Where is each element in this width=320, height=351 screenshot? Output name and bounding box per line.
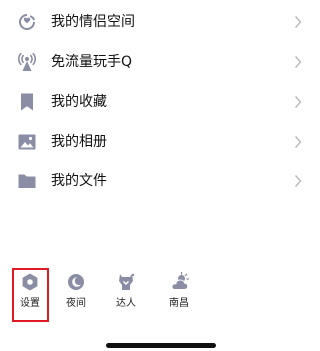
couple-space-icon <box>19 14 35 30</box>
settings-highlight-box <box>12 268 49 322</box>
menu-item-label: 免流量玩手Q <box>51 54 133 70</box>
photo-album-icon <box>18 134 36 150</box>
home-indicator[interactable] <box>106 343 216 348</box>
expert-button[interactable]: 达人 <box>106 266 146 316</box>
menu-item-label: 我的文件 <box>51 173 107 189</box>
menu-item-files[interactable]: 我的文件 <box>0 161 320 201</box>
chevron-right-icon <box>294 16 302 28</box>
folder-icon <box>18 174 36 188</box>
menu-item-favorites[interactable]: 我的收藏 <box>0 82 320 122</box>
night-mode-button[interactable]: 夜间 <box>56 266 96 316</box>
menu-item-couple-space[interactable]: 我的情侣空间 <box>0 2 320 42</box>
moon-icon <box>68 274 84 290</box>
bookmark-icon <box>21 93 33 111</box>
expert-label: 达人 <box>116 298 136 309</box>
menu-item-album[interactable]: 我的相册 <box>0 122 320 162</box>
chevron-right-icon <box>294 56 302 68</box>
weather-cloud-icon <box>171 272 189 291</box>
menu-item-free-data[interactable]: 免流量玩手Q <box>0 42 320 82</box>
chevron-right-icon <box>294 96 302 108</box>
weather-button[interactable]: 南昌 <box>159 266 199 316</box>
menu-item-label: 我的收藏 <box>51 94 107 110</box>
weather-city-label: 南昌 <box>169 298 189 309</box>
chevron-right-icon <box>294 136 302 148</box>
signal-tower-icon <box>18 52 36 71</box>
chevron-right-icon <box>294 175 302 187</box>
menu-item-label: 我的情侣空间 <box>51 14 135 30</box>
menu-item-label: 我的相册 <box>51 134 107 150</box>
expert-icon <box>119 273 135 290</box>
night-mode-label: 夜间 <box>66 298 86 309</box>
